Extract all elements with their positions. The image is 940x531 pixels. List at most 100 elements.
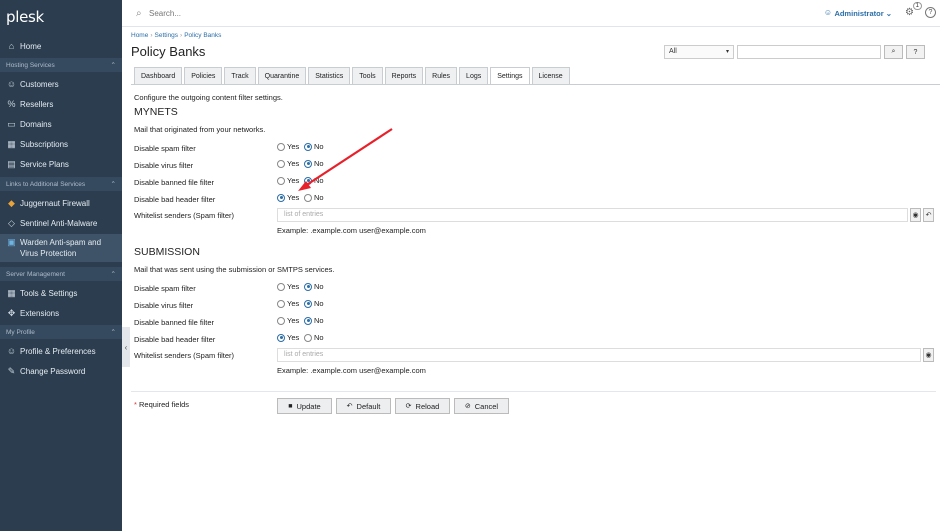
label-line: Warden Anti-spam and: [20, 238, 102, 247]
admin-menu[interactable]: Administrator ⌄: [834, 9, 892, 18]
breadcrumb-policy-banks[interactable]: Policy Banks: [184, 32, 221, 39]
search-input[interactable]: Search...: [149, 9, 181, 18]
undo-icon: ↶: [925, 212, 932, 219]
puzzle-icon: ✥: [7, 307, 16, 318]
submission-whitelist-input[interactable]: list of entries: [277, 348, 921, 362]
search-button[interactable]: ⌕: [884, 45, 903, 59]
default-button[interactable]: ↶ Default: [336, 398, 391, 414]
juggernaut-icon: ◆: [8, 197, 15, 208]
radio-label: Yes: [287, 316, 300, 325]
help-icon[interactable]: ?: [925, 7, 936, 18]
mynets-virus-label: Disable virus filter: [134, 161, 194, 170]
eye-icon: ◉: [925, 352, 932, 359]
sidebar-item-change-password[interactable]: ✎ Change Password: [0, 361, 122, 381]
sidebar-item-sentinel[interactable]: ◇ Sentinel Anti-Malware: [0, 213, 122, 233]
sidebar-section-hosting[interactable]: Hosting Services ⌃: [0, 58, 122, 72]
tab-settings[interactable]: Settings: [490, 67, 530, 84]
sidebar-section-server[interactable]: Server Management ⌃: [0, 267, 122, 281]
mynets-virus-no[interactable]: No: [304, 159, 324, 168]
mynets-whitelist-input[interactable]: list of entries: [277, 208, 908, 222]
show-entries-button[interactable]: ◉: [910, 208, 921, 222]
sidebar-item-service-plans[interactable]: ▤ Service Plans: [0, 154, 122, 174]
help-button[interactable]: ?: [906, 45, 925, 59]
reload-icon: ⟳: [405, 403, 412, 410]
tab-reports[interactable]: Reports: [384, 67, 424, 84]
cancel-button[interactable]: ⊘ Cancel: [454, 398, 509, 414]
plesk-logo[interactable]: plesk: [6, 8, 44, 26]
mynets-spam-label: Disable spam filter: [134, 144, 196, 153]
submission-banned-no[interactable]: No: [304, 316, 324, 325]
undo-button[interactable]: ↶: [923, 208, 934, 222]
tab-statistics[interactable]: Statistics: [308, 67, 351, 84]
tab-tools[interactable]: Tools: [352, 67, 383, 84]
mynets-banned-yes[interactable]: Yes: [277, 176, 299, 185]
home-icon: ⌂: [8, 41, 15, 51]
sidebar-item-extensions[interactable]: ✥ Extensions: [0, 303, 122, 323]
sidebar-item-customers[interactable]: ☺ Customers: [0, 74, 122, 94]
mynets-header-label: Disable bad header filter: [134, 195, 216, 204]
filter-select[interactable]: All ▾: [664, 45, 734, 59]
filter-input[interactable]: [737, 45, 881, 59]
mynets-banned-no[interactable]: No: [304, 176, 324, 185]
sidebar-item-label: Customers: [20, 79, 59, 89]
button-label: Reload: [415, 401, 440, 411]
radio-label: Yes: [287, 142, 300, 151]
required-star: *: [134, 400, 137, 409]
mynets-spam-no[interactable]: No: [304, 142, 324, 151]
radio-circle: [304, 159, 312, 168]
submission-banned-yes[interactable]: Yes: [277, 316, 299, 325]
radio-circle: [304, 299, 312, 308]
chevron-up-icon: ⌃: [110, 62, 116, 69]
tab-logs[interactable]: Logs: [459, 67, 489, 84]
tab-quarantine[interactable]: Quarantine: [257, 67, 307, 84]
submission-header-no[interactable]: No: [304, 333, 324, 342]
notifications-icon[interactable]: ⚙: [905, 7, 914, 18]
mynets-header-no[interactable]: No: [304, 193, 324, 202]
tab-license[interactable]: License: [531, 67, 570, 84]
sidebar-item-juggernaut[interactable]: ◆ Juggernaut Firewall: [0, 193, 122, 213]
sidebar-item-subscriptions[interactable]: ▦ Subscriptions: [0, 134, 122, 154]
show-entries-button[interactable]: ◉: [923, 348, 934, 362]
button-label: Cancel: [474, 401, 499, 411]
sidebar-item-label: Sentinel Anti-Malware: [20, 218, 98, 228]
sidebar-collapse-handle[interactable]: ‹: [122, 327, 130, 367]
submission-spam-yes[interactable]: Yes: [277, 282, 299, 291]
submission-virus-no[interactable]: No: [304, 299, 324, 308]
submission-virus-yes[interactable]: Yes: [277, 299, 299, 308]
submission-header-yes[interactable]: Yes: [277, 333, 299, 342]
mynets-virus-yes[interactable]: Yes: [277, 159, 299, 168]
submission-spam-no[interactable]: No: [304, 282, 324, 291]
sidebar-item-home[interactable]: ⌂ Home: [0, 36, 122, 56]
tab-dashboard[interactable]: Dashboard: [134, 67, 183, 84]
sidebar-section-links[interactable]: Links to Additional Services ⌃: [0, 177, 122, 191]
tab-rules[interactable]: Rules: [425, 67, 458, 84]
breadcrumb: Home › Settings › Policy Banks: [131, 32, 221, 39]
update-button[interactable]: ■ Update: [277, 398, 332, 414]
breadcrumb-settings[interactable]: Settings: [155, 32, 179, 39]
tab-track[interactable]: Track: [224, 67, 256, 84]
sidebar-section-profile[interactable]: My Profile ⌃: [0, 325, 122, 339]
radio-label: No: [314, 142, 324, 151]
sidebar-item-tools[interactable]: ▦ Tools & Settings: [0, 283, 122, 303]
breadcrumb-home[interactable]: Home: [131, 32, 148, 39]
mynets-spam-yes[interactable]: Yes: [277, 142, 299, 151]
required-fields-note: * Required fields: [134, 400, 189, 409]
book-icon: ▤: [7, 158, 16, 169]
mynets-title: MYNETS: [134, 106, 178, 118]
chevron-down-icon: ⌄: [885, 9, 892, 18]
section-label: Server Management: [6, 270, 65, 278]
radio-label: Yes: [287, 333, 300, 342]
mynets-header-yes[interactable]: Yes: [277, 193, 299, 202]
submission-spam-label: Disable spam filter: [134, 284, 196, 293]
reload-button[interactable]: ⟳ Reload: [395, 398, 450, 414]
radio-circle: [277, 193, 285, 202]
admin-label: Administrator: [834, 9, 884, 18]
sidebar-item-resellers[interactable]: % Resellers: [0, 94, 122, 114]
sidebar-item-domains[interactable]: ▭ Domains: [0, 114, 122, 134]
pencil-icon: ✎: [7, 365, 16, 376]
save-icon: ■: [288, 402, 293, 410]
sidebar-item-warden[interactable]: ▣ Warden Anti-spam and Virus Protection: [0, 234, 122, 262]
sidebar-item-profile[interactable]: ☺ Profile & Preferences: [0, 341, 122, 361]
tab-policies[interactable]: Policies: [184, 67, 223, 84]
sidebar-item-label: Tools & Settings: [20, 288, 78, 298]
